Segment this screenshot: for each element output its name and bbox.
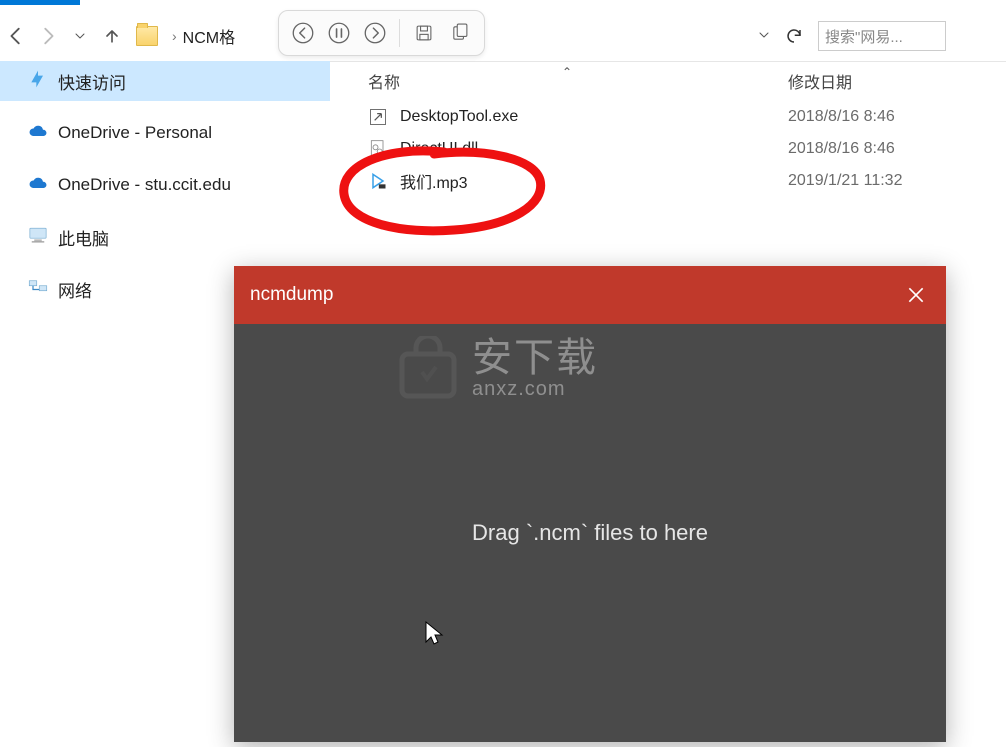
sidebar-item-label: OneDrive - Personal — [58, 123, 212, 143]
file-date: 2018/8/16 8:46 — [788, 140, 988, 158]
search-input[interactable]: 搜索"网易... — [818, 21, 946, 51]
drop-hint-text: Drag `.ncm` files to here — [472, 520, 708, 546]
sidebar-item-this-pc[interactable]: 此电脑 — [0, 217, 330, 257]
ncmdump-title: ncmdump — [250, 284, 333, 306]
file-name: DesktopTool.exe — [400, 108, 518, 126]
media-icon — [368, 171, 388, 191]
sidebar-item-quick-access[interactable]: 快速访问 — [0, 61, 330, 101]
file-row[interactable]: DirectUI.dll 2018/8/16 8:46 — [342, 133, 1006, 165]
overlay-save-button[interactable] — [407, 16, 441, 50]
ncmdump-drop-area[interactable]: Drag `.ncm` files to here — [234, 324, 946, 742]
explorer-nav-bar: › NCM格 搜索"网易... — [0, 15, 1006, 62]
ncmdump-titlebar[interactable]: ncmdump — [234, 266, 946, 324]
overlay-toolbar — [278, 10, 485, 56]
sort-caret-icon: ⌃ — [562, 65, 572, 79]
up-button[interactable] — [96, 20, 128, 52]
back-button[interactable] — [0, 20, 32, 52]
overlay-prev-button[interactable] — [286, 16, 320, 50]
forward-button[interactable] — [32, 20, 64, 52]
network-icon — [28, 278, 48, 301]
file-date: 2018/8/16 8:46 — [788, 108, 988, 126]
overlay-separator — [399, 19, 400, 47]
star-icon — [28, 69, 48, 94]
sidebar-item-label: 此电脑 — [58, 225, 109, 250]
column-date[interactable]: 修改日期 — [788, 69, 988, 93]
chevron-right-icon: › — [172, 28, 177, 44]
file-date: 2019/1/21 11:32 — [788, 172, 988, 190]
sidebar-item-onedrive-personal[interactable]: OneDrive - Personal — [0, 113, 330, 153]
column-name[interactable]: 名称 ⌃ — [342, 69, 788, 93]
window-accent-strip — [0, 0, 80, 5]
cloud-icon — [28, 124, 48, 143]
file-name: DirectUI.dll — [400, 140, 478, 158]
file-row[interactable]: DesktopTool.exe 2018/8/16 8:46 — [342, 101, 1006, 133]
refresh-button[interactable] — [778, 20, 810, 52]
folder-icon — [136, 26, 158, 46]
cloud-icon — [28, 176, 48, 195]
breadcrumb-text[interactable]: NCM格 — [183, 24, 235, 48]
close-button[interactable] — [886, 266, 946, 324]
sidebar-item-label: 网络 — [58, 277, 92, 302]
search-placeholder: 搜索"网易... — [825, 26, 903, 47]
overlay-copy-button[interactable] — [443, 16, 477, 50]
overlay-next-button[interactable] — [358, 16, 392, 50]
file-name: 我们.mp3 — [400, 169, 468, 193]
sidebar-item-onedrive-edu[interactable]: OneDrive - stu.ccit.edu — [0, 165, 330, 205]
mouse-cursor-icon — [424, 620, 444, 652]
shortcut-icon — [368, 107, 388, 127]
column-headers: 名称 ⌃ 修改日期 — [342, 61, 1006, 101]
dll-icon — [368, 139, 388, 159]
recent-locations-dropdown[interactable] — [64, 20, 96, 52]
sidebar-item-label: 快速访问 — [58, 69, 126, 94]
file-row[interactable]: 我们.mp3 2019/1/21 11:32 — [342, 165, 1006, 197]
ncmdump-window: ncmdump Drag `.ncm` files to here — [234, 266, 946, 742]
computer-icon — [28, 226, 48, 249]
sidebar-item-label: OneDrive - stu.ccit.edu — [58, 175, 231, 195]
breadcrumb-dropdown-icon[interactable] — [758, 28, 776, 44]
overlay-pause-button[interactable] — [322, 16, 356, 50]
